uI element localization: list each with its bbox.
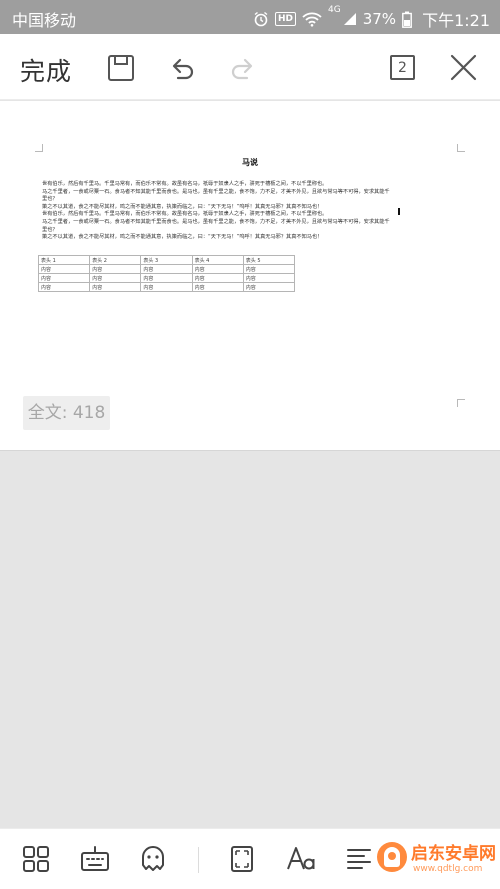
document-title: 马说 [242, 158, 258, 167]
clock: 下午1:21 [422, 11, 490, 30]
table-cell: 内容 [37, 282, 91, 292]
table-row: 内容 内容 内容 内容 内容 [37, 264, 296, 274]
site-watermark: 启东安卓网 www.qdtlg.com [377, 828, 500, 889]
page-count: 2 [398, 60, 407, 76]
table-header-cell: 表头 5 [242, 255, 296, 265]
watermark-brand: 启东安卓网 [411, 844, 496, 864]
table-header-row: 表头 1 表头 2 表头 3 表头 4 表头 5 [37, 255, 296, 265]
redo-icon[interactable] [229, 54, 257, 82]
table-cell: 内容 [37, 273, 91, 283]
crop-mark-top-left [35, 144, 43, 152]
wifi-icon [302, 12, 322, 27]
carrier-label: 中国移动 [12, 11, 77, 30]
fullscreen-icon[interactable] [230, 845, 254, 873]
paragraph: 世有伯乐，然后有千里马。千里马常有，而伯乐不常有。故虽有名马，祇辱于奴隶人之手，… [42, 181, 328, 187]
save-icon[interactable] [107, 54, 135, 82]
table-cell: 内容 [191, 273, 244, 283]
paragraph: 策之不以其道，食之不能尽其材，鸣之而不能通其意，执策而临之，曰：“天下无马！”呜… [42, 234, 323, 241]
document-table[interactable]: 表头 1 表头 2 表头 3 表头 4 表头 5 内容 内容 内容 内容 内容 … [37, 255, 296, 292]
page-count-button[interactable]: 2 [390, 55, 415, 80]
paragraph: 马之千里者，一食或尽粟一石。食马者不知其能千里而食也。是马也，虽有千里之能，食不… [42, 188, 390, 203]
status-indicators: HD 4G 37% 下午1:21 [253, 5, 490, 31]
table-cell: 内容 [191, 282, 244, 292]
crop-mark-top-right [457, 144, 465, 152]
document-body[interactable]: 世有伯乐，然后有千里马。千里马常有，而伯乐不常有。故虽有名马，祇辱于奴隶人之手，… [42, 181, 394, 242]
watermark-logo-icon [377, 842, 407, 872]
text-cursor [398, 208, 400, 215]
paragraph: 世有伯乐，然后有千里马。千里马常有，而伯乐不常有。故虽有名马，祇辱于奴隶人之手，… [42, 211, 328, 218]
table-row: 内容 内容 内容 内容 内容 [37, 282, 296, 292]
paragraph: 马之千里者，一食或尽粟一石。食马者不知其能千里而食也。是马也，虽有千里之能，食不… [42, 218, 390, 233]
table-cell: 内容 [37, 264, 91, 274]
network-type: 4G [328, 5, 341, 15]
voice-assistant-icon[interactable] [139, 845, 167, 875]
battery-icon [402, 11, 412, 28]
table-cell: 内容 [242, 282, 296, 292]
alarm-icon [254, 11, 268, 27]
table-row: 内容 内容 内容 内容 内容 [37, 273, 296, 283]
undo-icon[interactable] [168, 54, 196, 82]
table-header-cell: 表头 3 [140, 255, 193, 265]
word-count-badge: 全文: 418 [23, 396, 110, 430]
table-cell: 内容 [242, 264, 296, 274]
table-header-cell: 表头 1 [37, 255, 91, 265]
table-cell: 内容 [140, 264, 193, 274]
table-cell: 内容 [140, 282, 193, 292]
document-page[interactable]: 马说 世有伯乐，然后有千里马。千里马常有，而伯乐不常有。故虽有名马，祇辱于奴隶人… [0, 101, 500, 451]
table-cell: 内容 [191, 264, 244, 274]
table-cell: 内容 [242, 273, 296, 283]
watermark-url: www.qdtlg.com [413, 864, 483, 874]
signal-icon [343, 13, 356, 25]
table-cell: 内容 [89, 264, 142, 274]
hd-badge: HD [275, 12, 297, 26]
close-icon[interactable] [450, 54, 477, 81]
font-format-icon[interactable] [286, 845, 316, 873]
table-cell: 内容 [89, 282, 142, 292]
apps-grid-icon[interactable] [22, 845, 50, 873]
table-cell: 内容 [140, 273, 193, 283]
battery-percent: 37% [362, 10, 397, 28]
status-bar: 中国移动 HD 4G 37% 下午1:21 [0, 0, 500, 34]
table-header-cell: 表头 4 [191, 255, 244, 265]
toolbar-divider [198, 847, 199, 873]
table-header-cell: 表头 2 [89, 255, 142, 265]
keyboard-icon[interactable] [80, 845, 110, 873]
table-cell: 内容 [89, 273, 142, 283]
paragraph-align-icon[interactable] [346, 845, 372, 873]
crop-mark-bottom-right [457, 399, 465, 407]
done-button[interactable]: 完成 [20, 52, 72, 88]
editor-toolbar: 完成 2 [0, 34, 500, 100]
